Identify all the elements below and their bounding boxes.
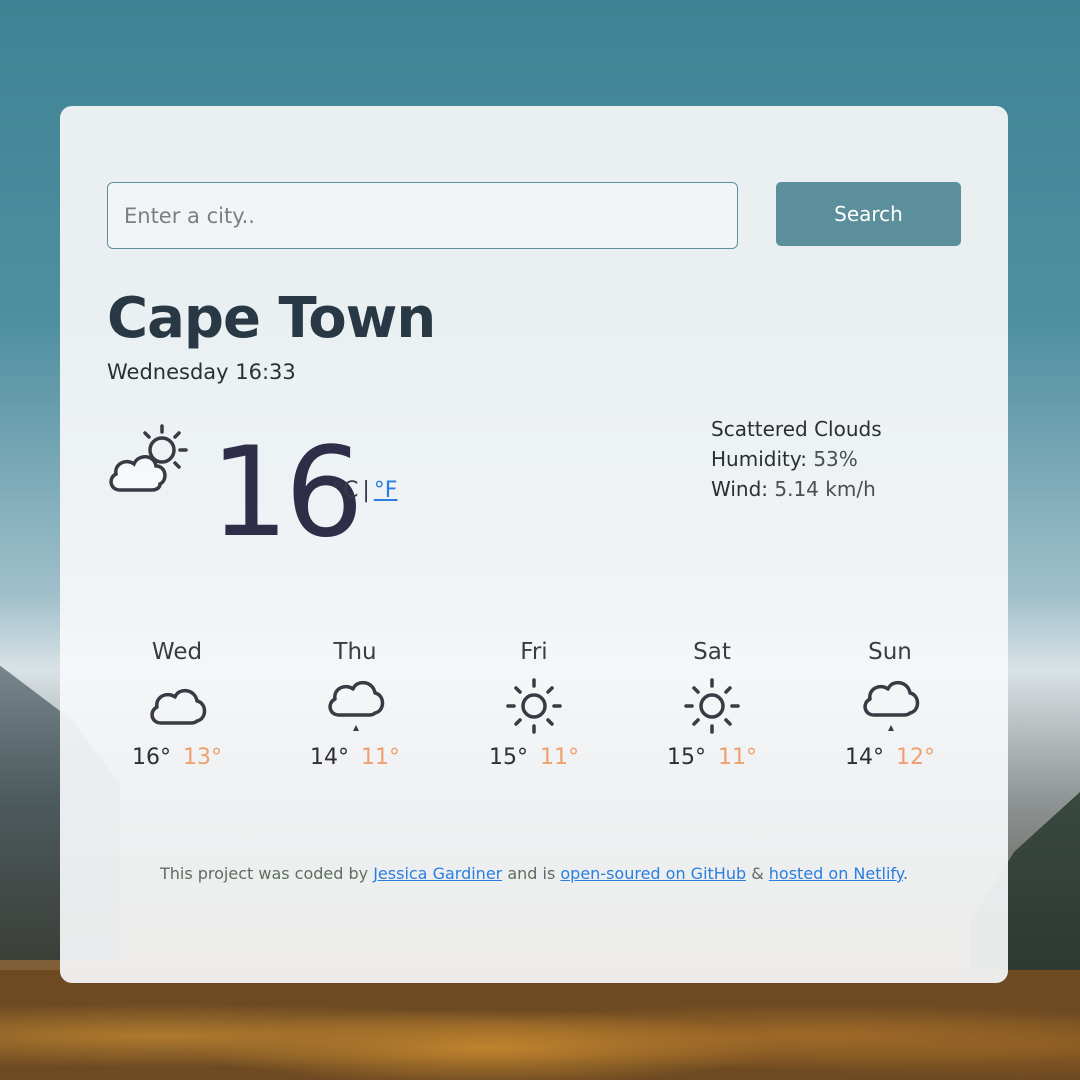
author-link[interactable]: Jessica Gardiner xyxy=(373,864,502,883)
footer-text: & xyxy=(746,864,769,883)
weather-details: Scattered Clouds Humidity: 53% Wind: 5.1… xyxy=(711,414,882,504)
forecast-temps: 14° 11° xyxy=(295,745,415,770)
forecast-max-temp: 15° xyxy=(667,745,706,770)
footer-text: and is xyxy=(502,864,561,883)
city-name: Cape Town xyxy=(107,286,436,351)
celsius-unit: °C xyxy=(332,478,359,503)
humidity-value: 53% xyxy=(813,447,858,471)
netlify-link[interactable]: hosted on Netlify xyxy=(769,864,903,883)
cloud-rain-icon xyxy=(328,680,385,731)
background-trees xyxy=(0,970,1080,1080)
forecast-day-name: Fri xyxy=(520,639,548,665)
footer: This project was coded by Jessica Gardin… xyxy=(60,864,1008,883)
forecast-temps: 15° 11° xyxy=(652,745,772,770)
humidity-label: Humidity: xyxy=(711,447,807,471)
search-button[interactable]: Search xyxy=(776,182,961,246)
forecast-day-name: Sun xyxy=(868,639,912,665)
forecast-temps: 16° 13° xyxy=(117,745,237,770)
cloud-icon xyxy=(150,688,207,725)
wind-value: 5.14 km/h xyxy=(774,477,876,501)
unit-toggle: °C | °F xyxy=(332,478,397,503)
wind-row: Wind: 5.14 km/h xyxy=(711,474,882,504)
forecast-day-name: Sat xyxy=(693,639,731,665)
forecast-max-temp: 15° xyxy=(489,745,528,770)
forecast-day: Sat 15° 11° xyxy=(652,639,772,770)
forecast-day: Wed 16° 13° xyxy=(117,639,237,770)
partly-cloudy-icon xyxy=(109,424,188,492)
wind-label: Wind: xyxy=(711,477,769,501)
forecast-temps: 14° 12° xyxy=(830,745,950,770)
forecast-min-temp: 11° xyxy=(540,745,579,770)
forecast-max-temp: 14° xyxy=(310,745,349,770)
forecast-day: Fri 15° 11° xyxy=(474,639,594,770)
forecast-day: Thu 14° 11° xyxy=(295,639,415,770)
city-search-input[interactable] xyxy=(107,182,738,249)
footer-text: . xyxy=(902,864,909,883)
forecast-min-temp: 12° xyxy=(896,745,935,770)
sun-icon xyxy=(684,678,740,734)
current-datetime: Wednesday 16:33 xyxy=(107,360,296,384)
forecast-min-temp: 11° xyxy=(361,745,400,770)
footer-text: This project was coded by xyxy=(159,864,374,883)
forecast-day-name: Wed xyxy=(151,639,203,665)
sun-icon xyxy=(506,678,562,734)
fahrenheit-link[interactable]: °F xyxy=(374,478,398,503)
github-link[interactable]: open-soured on GitHub xyxy=(560,864,746,883)
forecast-temps: 15° 11° xyxy=(474,745,594,770)
weather-card: Search Cape Town Wednesday 16:33 16 °C|°… xyxy=(60,106,1008,983)
humidity-row: Humidity: 53% xyxy=(711,444,882,474)
forecast-min-temp: 13° xyxy=(183,745,222,770)
cloud-rain-icon xyxy=(863,680,920,731)
weather-description: Scattered Clouds xyxy=(711,417,882,441)
unit-separator: | xyxy=(362,478,370,503)
forecast-day-name: Thu xyxy=(333,639,377,665)
forecast-min-temp: 11° xyxy=(718,745,757,770)
forecast-day: Sun 14° 12° xyxy=(830,639,950,770)
forecast-max-temp: 14° xyxy=(845,745,884,770)
forecast-max-temp: 16° xyxy=(132,745,171,770)
